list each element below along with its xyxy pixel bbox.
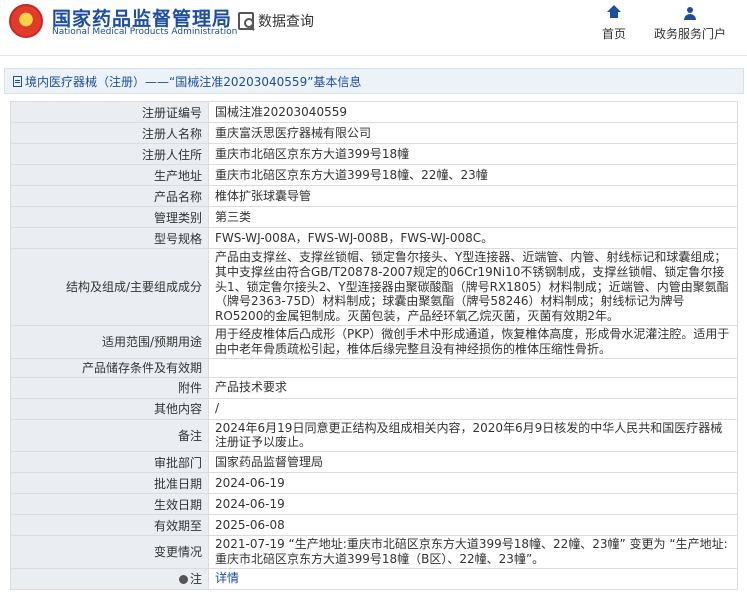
detail-cell: 详情 — [208, 567, 738, 590]
table-row: 产品储存条件及有效期 — [10, 357, 738, 378]
field-label: 注 — [189, 572, 202, 587]
field-value: / — [208, 397, 738, 420]
field-value: 产品由支撑丝、支撑丝锁帽、锁定鲁尔接头、Y型连接器、近端管、内管、射线标记和球囊… — [208, 248, 738, 326]
field-label: 产品名称 — [10, 185, 209, 207]
table-row: 有效期至 2025-06-08 — [10, 514, 738, 537]
field-label: 变更情况 — [10, 535, 209, 569]
table-row: 批准日期 2024-06-19 — [10, 472, 738, 495]
breadcrumb: 境内医疗器械（注册）——“国械注准20203040559”基本信息 — [4, 68, 744, 94]
field-label: 批准日期 — [10, 472, 209, 495]
field-value: 用于经皮椎体后凸成形（PKP）微创手术中形成通道，恢复椎体高度，形成骨水泥灌注腔… — [208, 324, 738, 359]
globe-icon — [178, 575, 188, 585]
field-value: 重庆市北碚区京东方大道399号18幢、22幢、23幢 — [208, 164, 738, 186]
table-row: 注册证编号 国械注准20203040559 — [10, 101, 738, 123]
field-value: FWS-WJ-008A，FWS-WJ-008B，FWS-WJ-008C。 — [208, 227, 738, 249]
table-row: 产品名称 椎体扩张球囊导管 — [10, 185, 738, 207]
document-icon — [13, 75, 22, 87]
field-value: 2021-07-19 “生产地址:重庆市北碚区京东方大道399号18幢、22幢、… — [208, 535, 738, 569]
registration-info-table: 注册证编号 国械注准20203040559 注册人名称 重庆富沃思医疗器械有限公… — [10, 101, 738, 590]
table-row: 注 详情 — [10, 567, 738, 590]
table-row: 型号规格 FWS-WJ-008A，FWS-WJ-008B，FWS-WJ-008C… — [10, 227, 738, 249]
table-row: 备注 2024年6月19日同意更正结构及组成相关内容，2020年6月9日核发的中… — [10, 418, 738, 453]
nav-service-label: 政务服务门户 — [653, 27, 726, 41]
field-label: 注册证编号 — [10, 101, 209, 123]
table-row: 审批部门 国家药品监督管理局 — [10, 451, 738, 474]
data-query-link[interactable]: 数据查询 — [238, 10, 314, 32]
site-header: 国家药品监督管理局 National Medical Products Admi… — [0, 0, 747, 56]
field-label: 备注 — [10, 418, 209, 453]
table-row: 附件 产品技术要求 — [10, 376, 738, 399]
field-value: 重庆富沃思医疗器械有限公司 — [208, 122, 738, 144]
field-label: 结构及组成/主要组成成分 — [10, 248, 209, 326]
field-label: 管理类别 — [10, 206, 209, 228]
table-row: 注册人住所 重庆市北碚区京东方大道399号18幢 — [10, 143, 738, 165]
data-query-label: 数据查询 — [258, 14, 314, 30]
field-label: 适用范围/预期用途 — [10, 324, 209, 359]
field-value: 第三类 — [208, 206, 738, 228]
field-label: 生效日期 — [10, 493, 209, 516]
field-label: 生产地址 — [10, 164, 209, 186]
field-value: 国械注准20203040559 — [208, 101, 738, 123]
field-value: 2024年6月19日同意更正结构及组成相关内容，2020年6月9日核发的中华人民… — [208, 418, 738, 453]
field-label: 附件 — [10, 376, 209, 399]
field-value: 国家药品监督管理局 — [208, 451, 738, 474]
field-label: 注册人名称 — [10, 122, 209, 144]
field-label: 型号规格 — [10, 227, 209, 249]
table-row: 注册人名称 重庆富沃思医疗器械有限公司 — [10, 122, 738, 144]
details-link[interactable]: 详情 — [215, 571, 239, 585]
field-value: 重庆市北碚区京东方大道399号18幢 — [208, 143, 738, 165]
field-label: 产品储存条件及有效期 — [10, 357, 209, 378]
table-row: 生效日期 2024-06-19 — [10, 493, 738, 516]
table-row: 适用范围/预期用途 用于经皮椎体后凸成形（PKP）微创手术中形成通道，恢复椎体高… — [10, 324, 738, 359]
data-search-icon — [238, 12, 254, 30]
field-label: 有效期至 — [10, 514, 209, 537]
field-label: 其他内容 — [10, 397, 209, 420]
table-row: 管理类别 第三类 — [10, 206, 738, 228]
breadcrumb-text: 境内医疗器械（注册）——“国械注准20203040559”基本信息 — [25, 74, 362, 89]
field-value: 2024-06-19 — [208, 472, 738, 495]
site-subtitle: National Medical Products Administration — [52, 27, 238, 37]
table-row: 其他内容 / — [10, 397, 738, 420]
nav-home-label: 首页 — [601, 27, 626, 41]
field-value: 椎体扩张球囊导管 — [208, 185, 738, 207]
field-label: 审批部门 — [10, 451, 209, 474]
table-row: 生产地址 重庆市北碚区京东方大道399号18幢、22幢、23幢 — [10, 164, 738, 186]
national-emblem-icon — [9, 4, 43, 38]
table-row: 变更情况 2021-07-19 “生产地址:重庆市北碚区京东方大道399号18幢… — [10, 535, 738, 569]
user-icon — [684, 7, 696, 21]
table-row: 结构及组成/主要组成成分 产品由支撑丝、支撑丝锁帽、锁定鲁尔接头、Y型连接器、近… — [10, 248, 738, 326]
field-value: 2024-06-19 — [208, 493, 738, 516]
note-label-cell: 注 — [10, 567, 209, 590]
nav-home[interactable]: 首页 — [574, 5, 654, 42]
home-icon — [607, 5, 621, 20]
field-value — [208, 357, 738, 378]
field-value: 产品技术要求 — [208, 376, 738, 399]
field-label: 注册人住所 — [10, 143, 209, 165]
field-value: 2025-06-08 — [208, 514, 738, 537]
nav-service-portal[interactable]: 政务服务门户 — [650, 5, 730, 42]
